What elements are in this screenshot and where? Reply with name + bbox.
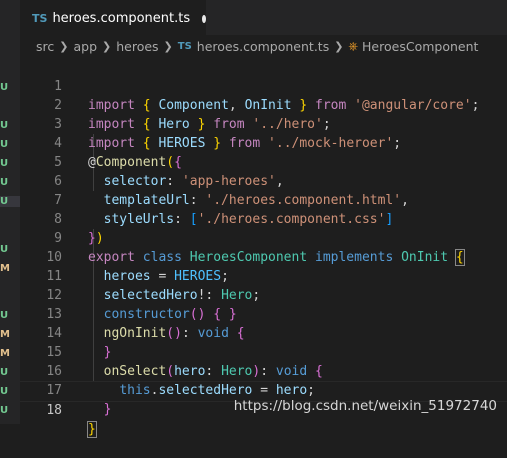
git-status-mark: U [0,139,9,150]
class-symbol-icon: ⎈ [348,38,359,53]
git-status-mark: U [0,120,9,131]
chevron-right-icon: ❯ [334,39,344,53]
watermark-text: https://blog.csdn.net/weixin_51972740 [233,398,497,414]
git-status-mark: U [0,82,9,93]
code-line: 12 constructor() { } [20,267,507,322]
code-line: 7 styleUrls: ['./heroes.component.css'] [20,172,507,227]
breadcrumb: src ❯ app ❯ heroes ❯ TS heroes.component… [20,35,507,57]
chevron-right-icon: ❯ [59,39,69,53]
breadcrumb-symbol[interactable]: HeroesComponent [362,39,478,54]
code-line: 5 selector: 'app-heroes', [20,134,507,189]
chevron-right-icon: ❯ [163,39,173,53]
git-status-mark: U [0,244,9,255]
git-status-mark: U [0,196,20,207]
git-status-mark: U [0,405,9,416]
breadcrumb-src[interactable]: src [36,39,54,54]
git-status-mark: M [0,329,10,340]
code-line: 15 onSelect(hero: Hero): void { [20,324,507,379]
code-line: 17 } [20,362,507,417]
code-editor[interactable]: 1 import { Component, OnInit } from '@an… [20,58,507,438]
code-line: 3 import { HEROES } from '../mock-heroer… [20,96,507,151]
code-line: 13 ngOnInit(): void { [20,286,507,341]
code-line: 1 import { Component, OnInit } from '@an… [20,58,507,113]
line-number: 18 [46,403,62,418]
code-text: } [103,402,112,417]
explorer-status-strip: U U U U U U U M U M M U U U [0,0,20,424]
git-status-mark: U [0,310,9,321]
breadcrumb-app[interactable]: app [73,39,97,54]
breadcrumb-heroes[interactable]: heroes [116,39,158,54]
chevron-right-icon: ❯ [102,39,112,53]
code-line: 14 } [20,305,507,360]
unsaved-dot-icon[interactable] [202,14,206,23]
breadcrumb-file[interactable]: heroes.component.ts [197,39,329,54]
typescript-file-icon: TS [32,12,48,25]
git-status-mark: U [0,367,9,378]
code-text: } [87,421,97,438]
git-status-mark: M [0,263,10,274]
code-line: 16 this.selectedHero = hero; [20,343,507,398]
tab-label: heroes.component.ts [52,11,191,26]
code-line: 2 import { Hero } from '../hero'; [20,77,507,132]
code-line: 10 heroes = HEROES; [20,229,507,284]
tab-bar: TS heroes.component.ts [20,0,507,36]
code-line: 8 }) [20,191,507,246]
git-status-mark: M [0,348,10,359]
git-status-mark: U [0,177,9,188]
code-line: 6 templateUrl: './heroes.component.html'… [20,153,507,208]
tab-heroes-component[interactable]: TS heroes.component.ts [20,0,206,36]
code-line: 9 export class HeroesComponent implement… [20,210,507,266]
code-line: 11 selectedHero!: Hero; [20,248,507,303]
typescript-file-icon: TS [177,40,192,52]
git-status-mark: U [0,386,9,397]
git-status-mark: U [0,158,9,169]
code-line: 4 @Component({ [20,115,507,170]
